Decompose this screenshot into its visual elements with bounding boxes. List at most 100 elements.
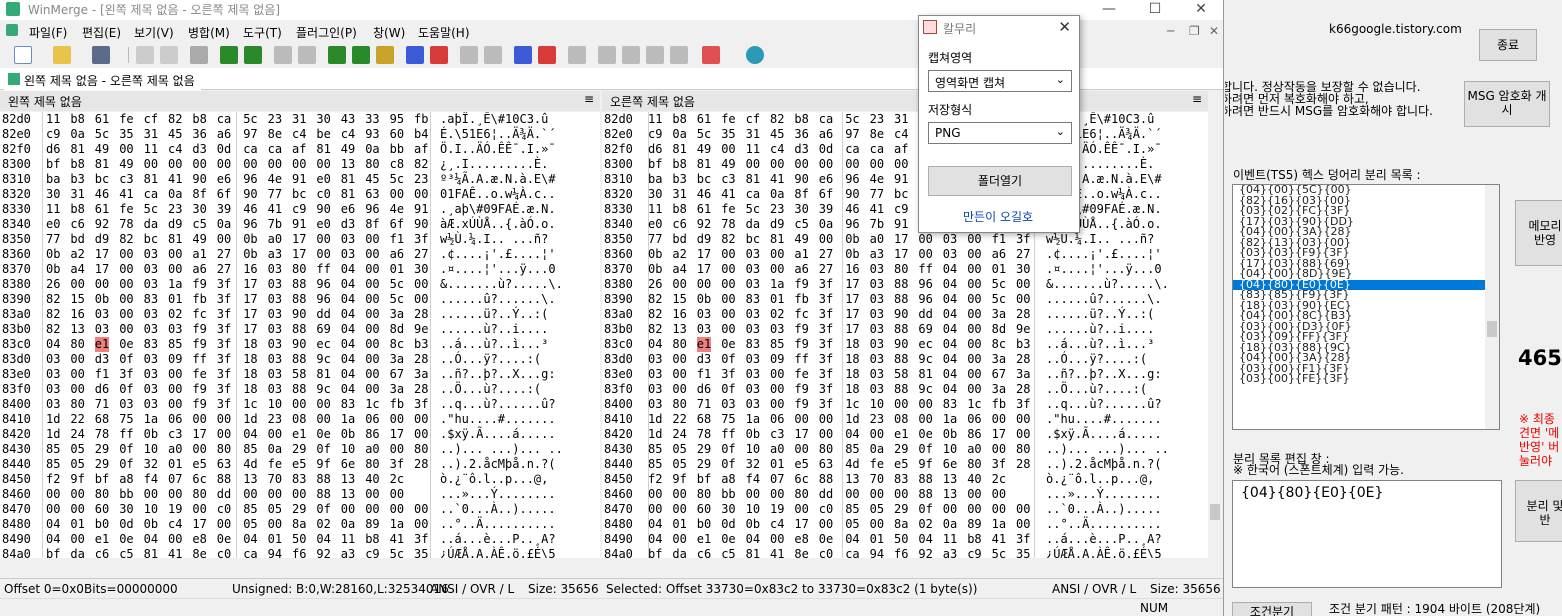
hex-byte[interactable]: f9 (192, 337, 206, 352)
hex-byte[interactable]: bb (721, 487, 735, 502)
msg-encrypt-button[interactable]: MSG 암호화 개시 (1464, 81, 1550, 127)
mdi-close-icon[interactable]: ✕ (1209, 24, 1219, 38)
hex-byte[interactable]: 90 (243, 187, 257, 202)
hex-byte[interactable]: 19 (770, 502, 784, 517)
hex-byte[interactable]: 3f (414, 232, 428, 247)
hex-byte[interactable]: 00 (770, 532, 784, 547)
hex-byte[interactable]: 3f (217, 322, 231, 337)
hex-byte[interactable]: 18 (845, 382, 859, 397)
hex-byte[interactable]: ca (243, 547, 257, 558)
hex-byte[interactable]: 00 (292, 397, 306, 412)
hex-byte[interactable]: 13 (341, 157, 355, 172)
hex-byte[interactable]: 89 (365, 517, 379, 532)
hex-byte[interactable]: a0 (268, 232, 282, 247)
hex-byte[interactable]: 29 (697, 442, 711, 457)
hex-byte[interactable]: 00 (672, 352, 686, 367)
hex-byte[interactable]: 27 (819, 247, 833, 262)
hex-byte[interactable]: 00 (770, 382, 784, 397)
hex-byte[interactable]: 0f (721, 457, 735, 472)
hex-byte[interactable]: 00 (144, 157, 158, 172)
hex-byte[interactable]: 3a (992, 352, 1006, 367)
hex-byte[interactable]: 17 (992, 427, 1006, 442)
save-format-select[interactable]: PNG ⌄ (928, 122, 1072, 144)
hex-byte[interactable]: c6 (70, 217, 84, 232)
hex-byte[interactable]: 96 (845, 172, 859, 187)
hex-byte[interactable]: c5 (794, 217, 808, 232)
hex-byte[interactable]: 05 (268, 502, 282, 517)
hex-byte[interactable]: f1 (992, 232, 1006, 247)
hex-byte[interactable]: 22 (70, 412, 84, 427)
hex-byte[interactable]: 9e (414, 322, 428, 337)
hex-byte[interactable]: e1 (697, 532, 711, 547)
hex-byte[interactable]: 27 (1016, 247, 1030, 262)
hex-byte[interactable]: 80 (95, 487, 109, 502)
hex-byte[interactable]: 04 (341, 262, 355, 277)
hex-byte[interactable]: 03 (46, 382, 60, 397)
hex-byte[interactable]: 28 (1016, 307, 1030, 322)
hex-byte[interactable]: 3f (819, 292, 833, 307)
hex-byte[interactable]: a0 (770, 442, 784, 457)
hex-byte[interactable]: 00 (967, 232, 981, 247)
hex-byte[interactable]: c4 (341, 127, 355, 142)
hex-byte[interactable]: 63 (365, 187, 379, 202)
hex-byte[interactable]: 50 (894, 532, 908, 547)
hex-byte[interactable]: 17 (192, 427, 206, 442)
hex-byte[interactable]: 00 (967, 307, 981, 322)
hex-byte[interactable]: 8e (192, 547, 206, 558)
hex-ascii[interactable]: ."hu....#....... (1046, 412, 1162, 427)
hex-byte[interactable]: c3 (168, 427, 182, 442)
hex-byte[interactable]: 13 (70, 322, 84, 337)
hex-byte[interactable]: 04 (144, 532, 158, 547)
hex-byte[interactable]: 00 (292, 487, 306, 502)
hex-byte[interactable]: 82 (46, 322, 60, 337)
hex-byte[interactable]: 77 (268, 187, 282, 202)
hex-byte[interactable]: 0a (672, 127, 686, 142)
hex-byte[interactable]: 83 (894, 472, 908, 487)
hex-ascii[interactable]: ..)... ...)... .. (1046, 442, 1169, 457)
hex-byte[interactable]: 04 (341, 352, 355, 367)
hex-byte[interactable]: 15 (70, 292, 84, 307)
hex-byte[interactable]: 03 (746, 352, 760, 367)
hex-byte[interactable]: bc (292, 187, 306, 202)
hex-byte[interactable]: 03 (746, 382, 760, 397)
hex-byte[interactable]: 02 (770, 307, 784, 322)
hex-byte[interactable]: 17 (697, 262, 711, 277)
hex-byte[interactable]: 0e (316, 427, 330, 442)
hex-byte[interactable]: e1 (894, 427, 908, 442)
refresh-icon[interactable] (746, 46, 764, 64)
hex-byte[interactable]: a3 (943, 547, 957, 558)
all-left-icon[interactable] (538, 46, 556, 64)
hex-byte[interactable]: 09 (168, 352, 182, 367)
hex-byte[interactable]: 82 (721, 232, 735, 247)
hex-byte[interactable]: 03 (770, 322, 784, 337)
hex-byte[interactable]: 0e (217, 532, 231, 547)
hex-byte[interactable]: b8 (672, 202, 686, 217)
hex-ascii[interactable]: ..`0...À..)..... (1046, 502, 1162, 517)
hex-ascii[interactable]: ò.¿¨ô.l..p...@, (440, 472, 548, 487)
hex-byte[interactable]: 41 (119, 187, 133, 202)
hex-byte[interactable]: 03 (870, 307, 884, 322)
hex-byte[interactable]: 91 (414, 202, 428, 217)
hex-byte[interactable]: b3 (672, 172, 686, 187)
hex-byte[interactable]: 3f (414, 397, 428, 412)
hex-byte[interactable]: 00 (918, 397, 932, 412)
hex-byte[interactable]: 70 (870, 472, 884, 487)
hex-byte[interactable]: 40 (365, 472, 379, 487)
hex-byte[interactable]: da (144, 217, 158, 232)
hex-byte[interactable]: 00 (1016, 517, 1030, 532)
right-pane-menu-icon[interactable]: ≡ (1192, 92, 1202, 106)
hex-ascii[interactable]: .$xÿ.Ã....á..... (440, 427, 556, 442)
hex-byte[interactable]: fc (192, 307, 206, 322)
hex-byte[interactable]: 04 (243, 427, 257, 442)
hex-byte[interactable]: 3f (819, 277, 833, 292)
hex-byte[interactable]: 00 (967, 367, 981, 382)
hex-byte[interactable]: 00 (70, 487, 84, 502)
hex-byte[interactable]: d9 (95, 232, 109, 247)
hex-ascii[interactable]: ..Ó...ÿ?....:( (1046, 352, 1147, 367)
hex-byte[interactable]: 00 (992, 487, 1006, 502)
hex-byte[interactable]: 3a (390, 382, 404, 397)
hex-byte[interactable]: 1d (648, 412, 662, 427)
hex-byte[interactable]: 0a (943, 517, 957, 532)
hex-byte[interactable]: 8e (268, 127, 282, 142)
hex-byte[interactable]: 0d (119, 517, 133, 532)
